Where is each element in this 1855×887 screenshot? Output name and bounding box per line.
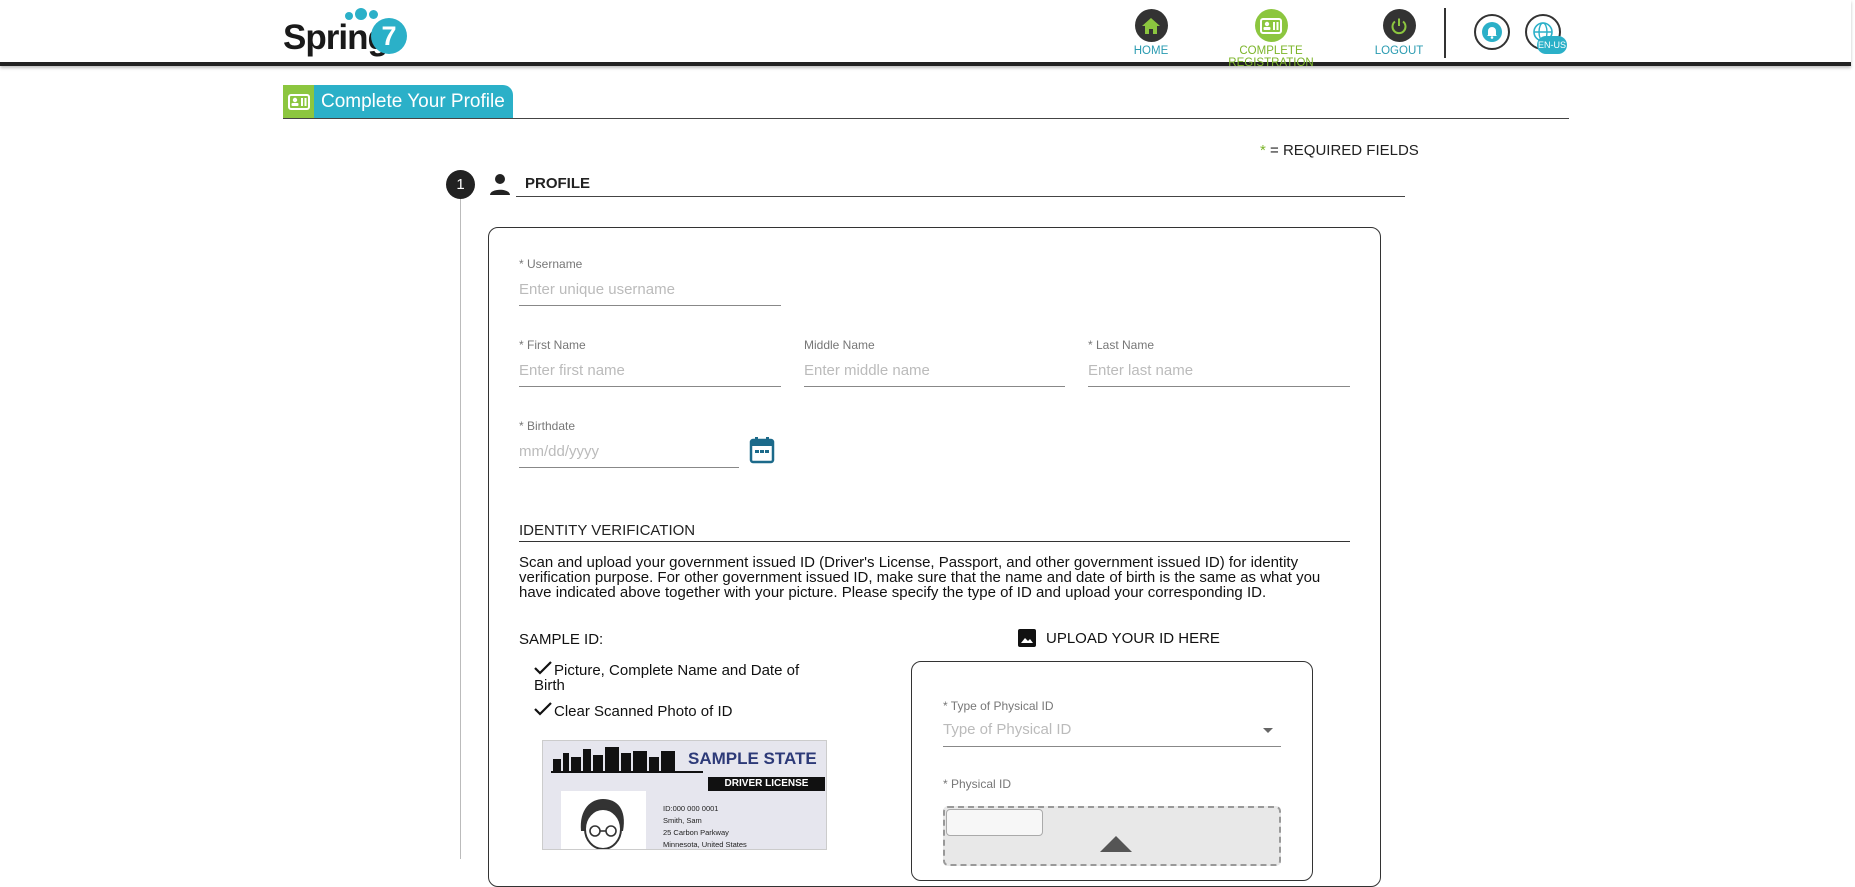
language-badge[interactable]: EN-US [1537, 36, 1567, 54]
username-label: * Username [519, 257, 583, 271]
check-icon [534, 702, 554, 719]
sample-id-details: ID:000 000 0001 Smith, Sam 25 Carbon Par… [663, 803, 747, 849]
middle-name-label: Middle Name [804, 338, 875, 352]
sample-check-item: Picture, Complete Name and Date of Birth [534, 661, 834, 693]
id-card-icon [283, 85, 314, 118]
username-field: * Username [519, 257, 781, 306]
physical-id-type-field: * Type of Physical ID Type of Physical I… [943, 699, 1281, 747]
driver-license-band: DRIVER LICENSE [708, 777, 825, 791]
birthdate-field: * Birthdate [519, 419, 739, 468]
chevron-down-icon [1263, 728, 1273, 733]
id-card-icon [1254, 9, 1288, 42]
logo-number-badge: 7 [371, 18, 407, 54]
middle-name-field: Middle Name [804, 338, 1065, 387]
check-icon [534, 661, 554, 678]
physical-id-type-select[interactable]: Type of Physical ID [943, 715, 1281, 747]
sample-state-label: SAMPLE STATE [688, 749, 817, 768]
upload-id-heading-text: UPLOAD YOUR ID HERE [1046, 629, 1220, 647]
sample-id-image: SAMPLE STATE DRIVER LICENSE ID:000 000 0… [542, 740, 827, 850]
upload-id-heading: UPLOAD YOUR ID HERE [1017, 628, 1220, 648]
step-connector-line [460, 199, 461, 859]
required-fields-note: * = REQUIRED FIELDS [1260, 142, 1419, 159]
identity-verification-description: Scan and upload your government issued I… [519, 554, 1321, 601]
step-label: PROFILE [525, 175, 591, 192]
sample-id-heading: SAMPLE ID: [519, 631, 604, 648]
check-item-label: Clear Scanned Photo of ID [554, 703, 733, 720]
bell-icon [1482, 22, 1502, 42]
first-name-field: * First Name [519, 338, 781, 387]
skyline-rule [551, 771, 703, 773]
required-fields-text: = REQUIRED FIELDS [1270, 142, 1419, 159]
page-title-tab: Complete Your Profile [283, 85, 513, 118]
header-divider [1444, 8, 1446, 58]
sample-id-address-1: 25 Carbon Parkway [663, 828, 729, 837]
notifications-button[interactable] [1474, 14, 1510, 50]
first-name-label: * First Name [519, 338, 586, 352]
last-name-input[interactable] [1088, 354, 1350, 387]
page-title: Complete Your Profile [321, 90, 505, 112]
city-skyline-icon [553, 747, 675, 771]
identity-verification-heading: IDENTITY VERIFICATION [519, 522, 1350, 542]
calendar-icon[interactable] [749, 436, 775, 464]
sample-id-address-2: Minnesota, United States [663, 840, 747, 849]
first-name-input[interactable] [519, 354, 781, 387]
choose-file-button[interactable] [946, 809, 1043, 836]
sample-id-name: Smith, Sam [663, 816, 702, 825]
person-icon [490, 174, 510, 195]
required-star: * [1260, 142, 1266, 159]
physical-id-label: * Physical ID [943, 777, 1012, 791]
upload-arrow-icon [1100, 836, 1132, 852]
middle-name-input[interactable] [804, 354, 1065, 387]
nav-logout-label: LOGOUT [1374, 45, 1424, 57]
check-item-label: Picture, Complete Name and Date of Birth [534, 662, 800, 694]
step-divider [516, 196, 1405, 197]
spring7-logo[interactable]: Spring 7 [283, 8, 408, 60]
birthdate-label: * Birthdate [519, 419, 576, 433]
image-icon [1018, 629, 1036, 647]
sample-check-item: Clear Scanned Photo of ID [534, 702, 834, 719]
sample-id-number: ID:000 000 0001 [663, 804, 719, 813]
nav-complete-registration[interactable]: COMPLETE REGISTRATION [1196, 9, 1346, 69]
top-header: Spring 7 HOME COMPLETE REGISTRATION LOGO… [0, 0, 1851, 69]
step-number: 1 [446, 170, 475, 199]
birthdate-input[interactable] [519, 435, 739, 468]
physical-id-type-placeholder: Type of Physical ID [943, 721, 1072, 738]
username-input[interactable] [519, 273, 781, 306]
portrait-icon [580, 799, 624, 849]
sample-portrait [561, 791, 646, 849]
nav-logout[interactable]: LOGOUT [1369, 9, 1429, 57]
home-icon [1134, 9, 1168, 42]
last-name-label: * Last Name [1088, 338, 1155, 352]
physical-id-dropzone[interactable] [943, 806, 1281, 866]
nav-home[interactable]: HOME [1126, 9, 1176, 57]
power-icon [1382, 9, 1416, 42]
nav-complete-registration-label: COMPLETE REGISTRATION [1228, 45, 1314, 69]
last-name-field: * Last Name [1088, 338, 1350, 387]
physical-id-type-label: * Type of Physical ID [943, 699, 1054, 713]
nav-home-label: HOME [1133, 45, 1169, 57]
title-divider [283, 118, 1569, 119]
